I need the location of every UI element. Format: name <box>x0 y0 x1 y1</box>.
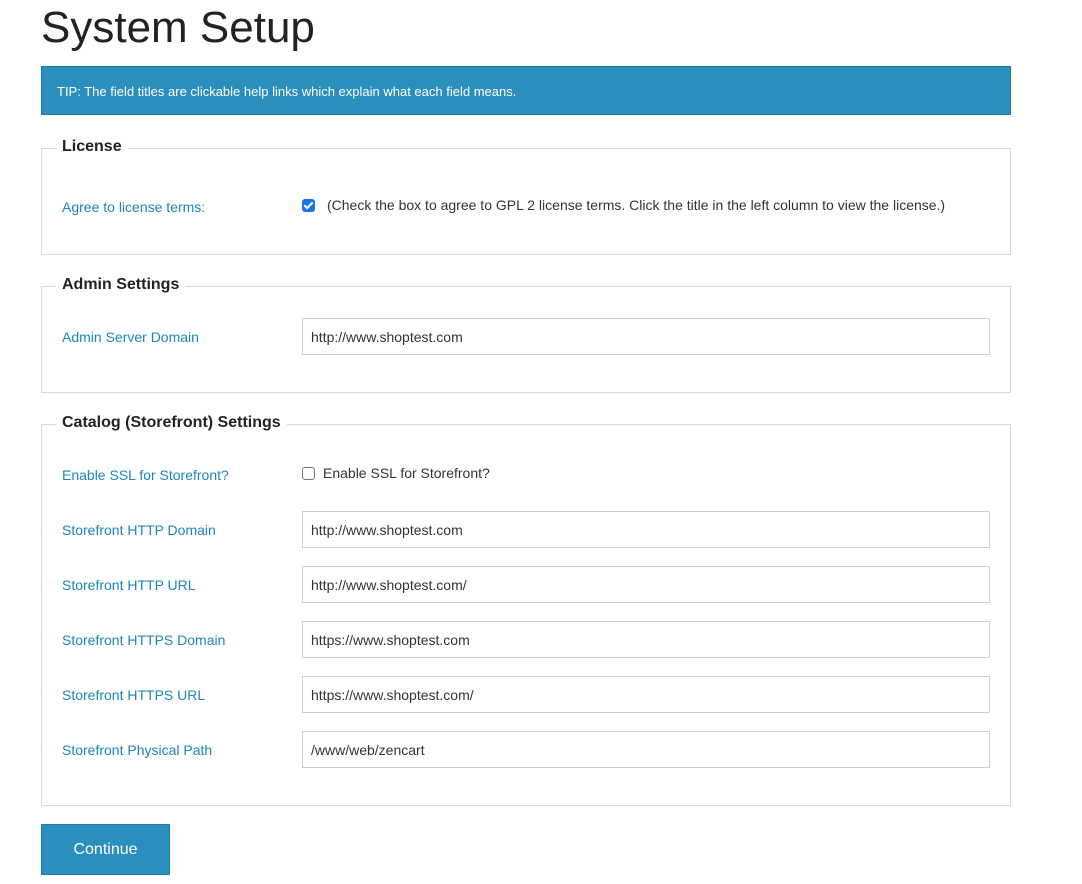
storefront-http-domain-help-link[interactable]: Storefront HTTP Domain <box>62 521 216 539</box>
agree-license-checkbox[interactable] <box>302 198 315 212</box>
storefront-physical-path-help-link[interactable]: Storefront Physical Path <box>62 741 212 759</box>
enable-ssl-help-link[interactable]: Enable SSL for Storefront? <box>62 466 229 484</box>
storefront-https-url-input[interactable] <box>302 676 990 713</box>
enable-ssl-text: Enable SSL for Storefront? <box>323 465 490 481</box>
catalog-settings-section: Catalog (Storefront) Settings Enable SSL… <box>41 408 1011 806</box>
enable-ssl-row: Enable SSL for Storefront? Enable SSL fo… <box>42 456 1010 494</box>
admin-server-domain-help-link[interactable]: Admin Server Domain <box>62 328 199 346</box>
catalog-settings-legend: Catalog (Storefront) Settings <box>56 408 287 438</box>
admin-settings-legend: Admin Settings <box>56 270 186 300</box>
storefront-http-url-input[interactable] <box>302 566 990 603</box>
admin-settings-section: Admin Settings Admin Server Domain <box>41 270 1011 393</box>
tip-banner: TIP: The field titles are clickable help… <box>41 66 1011 115</box>
storefront-http-domain-input[interactable] <box>302 511 990 548</box>
admin-server-domain-row: Admin Server Domain <box>42 318 1010 356</box>
storefront-http-domain-row: Storefront HTTP Domain <box>42 511 1010 549</box>
agree-license-control: (Check the box to agree to GPL 2 license… <box>302 196 945 214</box>
continue-button[interactable]: Continue <box>41 824 170 875</box>
license-legend: License <box>56 132 128 162</box>
storefront-http-url-row: Storefront HTTP URL <box>42 566 1010 604</box>
enable-ssl-control: Enable SSL for Storefront? <box>302 464 490 482</box>
enable-ssl-checkbox[interactable] <box>302 466 315 480</box>
admin-server-domain-input[interactable] <box>302 318 990 355</box>
storefront-physical-path-input[interactable] <box>302 731 990 768</box>
storefront-https-url-row: Storefront HTTPS URL <box>42 676 1010 714</box>
storefront-https-domain-input[interactable] <box>302 621 990 658</box>
storefront-https-domain-help-link[interactable]: Storefront HTTPS Domain <box>62 631 225 649</box>
storefront-physical-path-row: Storefront Physical Path <box>42 731 1010 769</box>
agree-license-text: (Check the box to agree to GPL 2 license… <box>327 197 946 213</box>
agree-license-help-link[interactable]: Agree to license terms: <box>62 198 205 216</box>
license-agree-row: Agree to license terms: (Check the box t… <box>42 188 1010 226</box>
storefront-http-url-help-link[interactable]: Storefront HTTP URL <box>62 576 196 594</box>
storefront-https-url-help-link[interactable]: Storefront HTTPS URL <box>62 686 205 704</box>
storefront-https-domain-row: Storefront HTTPS Domain <box>42 621 1010 659</box>
license-section: License Agree to license terms: (Check t… <box>41 132 1011 255</box>
page-title: System Setup <box>41 3 315 52</box>
